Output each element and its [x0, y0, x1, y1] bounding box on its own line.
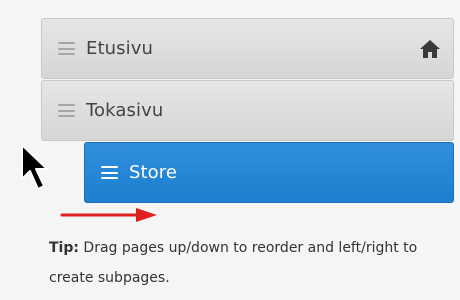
page-label: Store	[129, 162, 178, 183]
arrow-right-icon	[60, 208, 157, 222]
tip-text: Tip: Drag pages up/down to reorder and l…	[49, 233, 449, 293]
tip-label: Tip:	[49, 240, 79, 256]
drag-handle-icon[interactable]	[58, 42, 75, 55]
page-label: Tokasivu	[86, 100, 164, 121]
page-row-store-dragging[interactable]: Store	[84, 142, 454, 203]
page-row-tokasivu[interactable]: Tokasivu	[41, 80, 454, 141]
mouse-pointer-icon	[21, 144, 48, 190]
page-label: Etusivu	[86, 38, 153, 59]
page-row-etusivu[interactable]: Etusivu	[41, 18, 454, 79]
tip-body: Drag pages up/down to reorder and left/r…	[49, 240, 418, 286]
drag-handle-icon[interactable]	[101, 166, 118, 179]
drag-handle-icon[interactable]	[58, 104, 75, 117]
home-icon	[420, 40, 440, 58]
